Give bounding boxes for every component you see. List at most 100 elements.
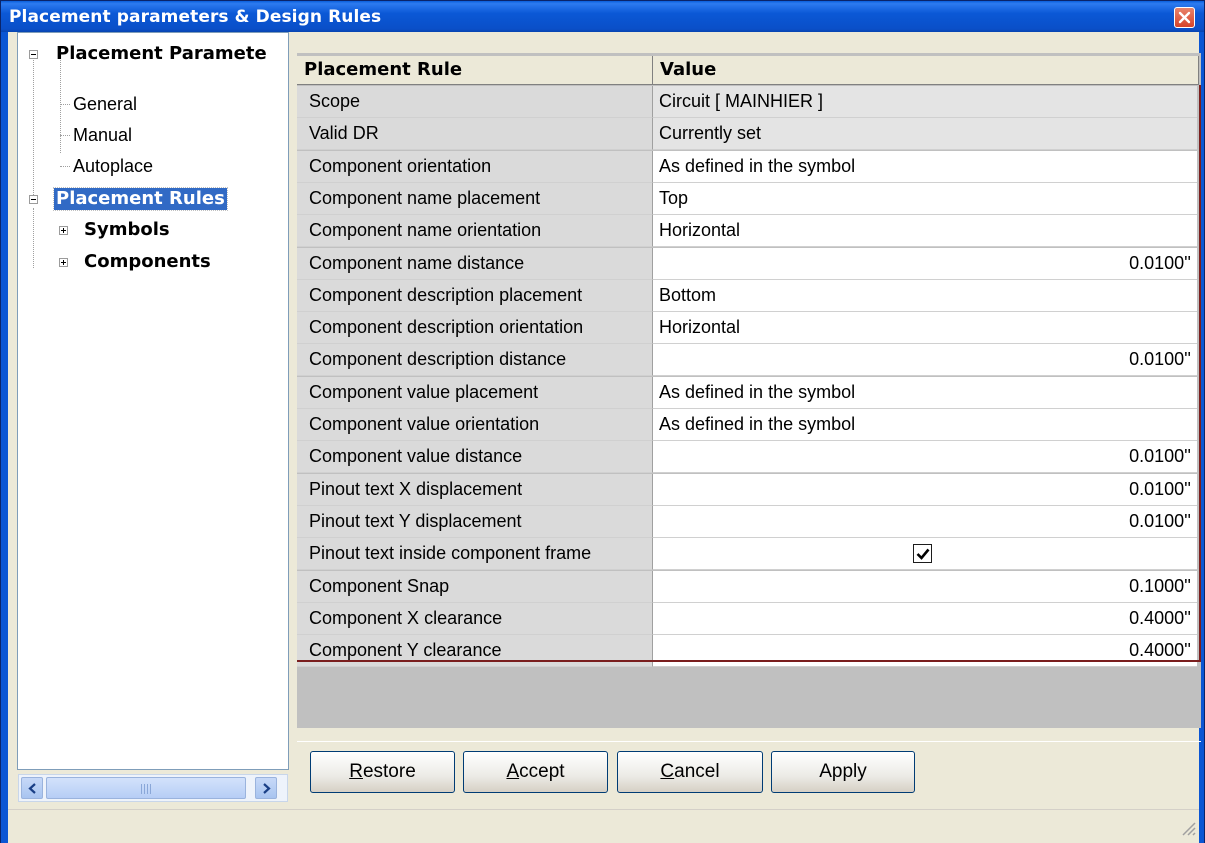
grip-icon <box>144 784 145 794</box>
rule-name-cell: Pinout text X displacement <box>297 474 653 506</box>
collapse-icon[interactable] <box>29 195 38 204</box>
rule-name-cell: Component name distance <box>297 248 653 280</box>
grip-icon <box>141 784 142 794</box>
settings-tree[interactable]: Placement Paramete General Manual Autopl… <box>17 32 289 770</box>
table-row[interactable]: Component description distance 0.0100'' <box>297 344 1201 376</box>
rule-value-cell[interactable]: Currently set <box>653 118 1197 150</box>
scrollbar-thumb[interactable] <box>46 777 246 799</box>
cancel-mnemonic: C <box>660 761 675 782</box>
tree-item-placement-parameters[interactable]: Placement Paramete <box>56 43 267 65</box>
dialog-window: Placement parameters & Design Rules Plac… <box>0 0 1205 843</box>
rule-name-cell: Scope <box>297 86 653 118</box>
rule-name-cell: Component value orientation <box>297 409 653 441</box>
table-row[interactable]: Pinout text inside component frame <box>297 538 1201 570</box>
scroll-left-icon[interactable] <box>21 777 43 799</box>
checkbox[interactable] <box>913 544 932 563</box>
rule-name-cell: Valid DR <box>297 118 653 150</box>
tree-item-autoplace[interactable]: Autoplace <box>73 155 153 177</box>
table-row[interactable]: Component value distance 0.0100'' <box>297 441 1201 473</box>
table-row[interactable]: Component value placement As defined in t… <box>297 377 1201 409</box>
tree-connector <box>60 166 70 167</box>
restore-button[interactable]: Restore <box>310 751 455 793</box>
table-row[interactable]: Component name placement Top <box>297 183 1201 215</box>
tree-connector <box>33 53 34 201</box>
rule-value-cell[interactable]: 0.4000'' <box>653 603 1197 635</box>
table-row[interactable]: Component value orientation As defined in… <box>297 409 1201 441</box>
rule-value-cell[interactable]: 0.0100'' <box>653 248 1197 280</box>
accept-mnemonic: A <box>506 761 520 782</box>
rule-value-cell[interactable]: 0.0100'' <box>653 506 1197 538</box>
rule-name-cell: Pinout text inside component frame <box>297 538 653 570</box>
rule-name-cell: Component description orientation <box>297 312 653 344</box>
rule-value-cell[interactable]: 0.0100'' <box>653 474 1197 506</box>
table-row[interactable]: Component Y clearance 0.4000'' <box>297 635 1201 667</box>
rule-name-cell: Component orientation <box>297 151 653 183</box>
table-row[interactable]: Component orientation As defined in the s… <box>297 151 1201 183</box>
rule-value-cell[interactable]: As defined in the symbol <box>653 409 1197 441</box>
restore-mnemonic: R <box>349 761 363 782</box>
tree-item-symbols[interactable]: Symbols <box>84 219 170 241</box>
table-row[interactable]: Component description placement Bottom <box>297 280 1201 312</box>
tree-item-placement-rules[interactable]: Placement Rules <box>53 187 228 211</box>
rule-value-cell[interactable]: As defined in the symbol <box>653 151 1197 183</box>
tree-connector <box>60 135 70 136</box>
tree-item-general[interactable]: General <box>73 93 137 115</box>
rule-name-cell: Component name placement <box>297 183 653 215</box>
rule-name-cell: Component name orientation <box>297 215 653 247</box>
rule-value-cell[interactable]: 0.1000'' <box>653 571 1197 603</box>
window-frame-left <box>1 32 8 843</box>
rule-value-cell[interactable]: Horizontal <box>653 215 1197 247</box>
table-row[interactable]: Pinout text Y displacement 0.0100'' <box>297 506 1201 538</box>
rule-name-cell: Component Snap <box>297 571 653 603</box>
tree-horizontal-scrollbar[interactable] <box>18 774 288 802</box>
table-row[interactable]: Scope Circuit [ MAINHIER ] <box>297 86 1201 118</box>
table-row[interactable]: Component description orientation Horizon… <box>297 312 1201 344</box>
tree-item-manual[interactable]: Manual <box>73 124 132 146</box>
table-row[interactable]: Component name orientation Horizontal <box>297 215 1201 247</box>
apply-button[interactable]: Apply <box>771 751 915 793</box>
rule-value-cell[interactable]: As defined in the symbol <box>653 377 1197 409</box>
apply-label: Apply <box>819 761 867 782</box>
scroll-right-icon[interactable] <box>255 777 277 799</box>
rule-value-cell[interactable]: Bottom <box>653 280 1197 312</box>
rule-value-cell[interactable]: 0.4000'' <box>653 635 1197 667</box>
table-row[interactable]: Component name distance 0.0100'' <box>297 248 1201 280</box>
grip-icon <box>150 784 151 794</box>
table-row[interactable]: Valid DR Currently set <box>297 118 1201 150</box>
rule-name-cell: Component Y clearance <box>297 635 653 667</box>
table-row[interactable]: Component Snap 0.1000'' <box>297 571 1201 603</box>
column-header-rule[interactable]: Placement Rule <box>297 56 653 85</box>
rule-value-cell[interactable]: Circuit [ MAINHIER ] <box>653 86 1197 118</box>
accept-button[interactable]: Accept <box>463 751 608 793</box>
table-row[interactable]: Component X clearance 0.4000'' <box>297 603 1201 635</box>
grid-header: Placement Rule Value <box>297 56 1201 85</box>
resize-grip-icon[interactable] <box>1179 819 1197 837</box>
close-icon[interactable] <box>1174 7 1195 28</box>
rule-name-cell: Component description distance <box>297 344 653 376</box>
tree-connector <box>60 104 70 105</box>
tree-connector <box>33 208 34 268</box>
cancel-button[interactable]: Cancel <box>617 751 763 793</box>
rule-value-cell[interactable]: 0.0100'' <box>653 344 1197 376</box>
expand-icon[interactable] <box>59 226 68 235</box>
title-bar[interactable]: Placement parameters & Design Rules <box>1 1 1204 32</box>
collapse-icon[interactable] <box>29 50 38 59</box>
cancel-label: ancel <box>674 761 720 782</box>
divider <box>297 741 1201 742</box>
expand-icon[interactable] <box>59 258 68 267</box>
rule-name-cell: Pinout text Y displacement <box>297 506 653 538</box>
window-title: Placement parameters & Design Rules <box>9 7 382 27</box>
rule-value-cell[interactable]: Top <box>653 183 1197 215</box>
rule-value-checkbox-cell[interactable] <box>653 538 1197 570</box>
rule-name-cell: Component value distance <box>297 441 653 473</box>
restore-label: estore <box>362 761 416 782</box>
rule-value-cell[interactable]: Horizontal <box>653 312 1197 344</box>
table-row[interactable]: Pinout text X displacement 0.0100'' <box>297 474 1201 506</box>
grip-icon <box>147 784 148 794</box>
rule-name-cell: Component value placement <box>297 377 653 409</box>
column-header-value[interactable]: Value <box>653 56 1199 85</box>
tree-item-components[interactable]: Components <box>84 251 211 273</box>
rule-name-cell: Component description placement <box>297 280 653 312</box>
rule-value-cell[interactable]: 0.0100'' <box>653 441 1197 473</box>
accept-label: ccept <box>519 761 565 782</box>
